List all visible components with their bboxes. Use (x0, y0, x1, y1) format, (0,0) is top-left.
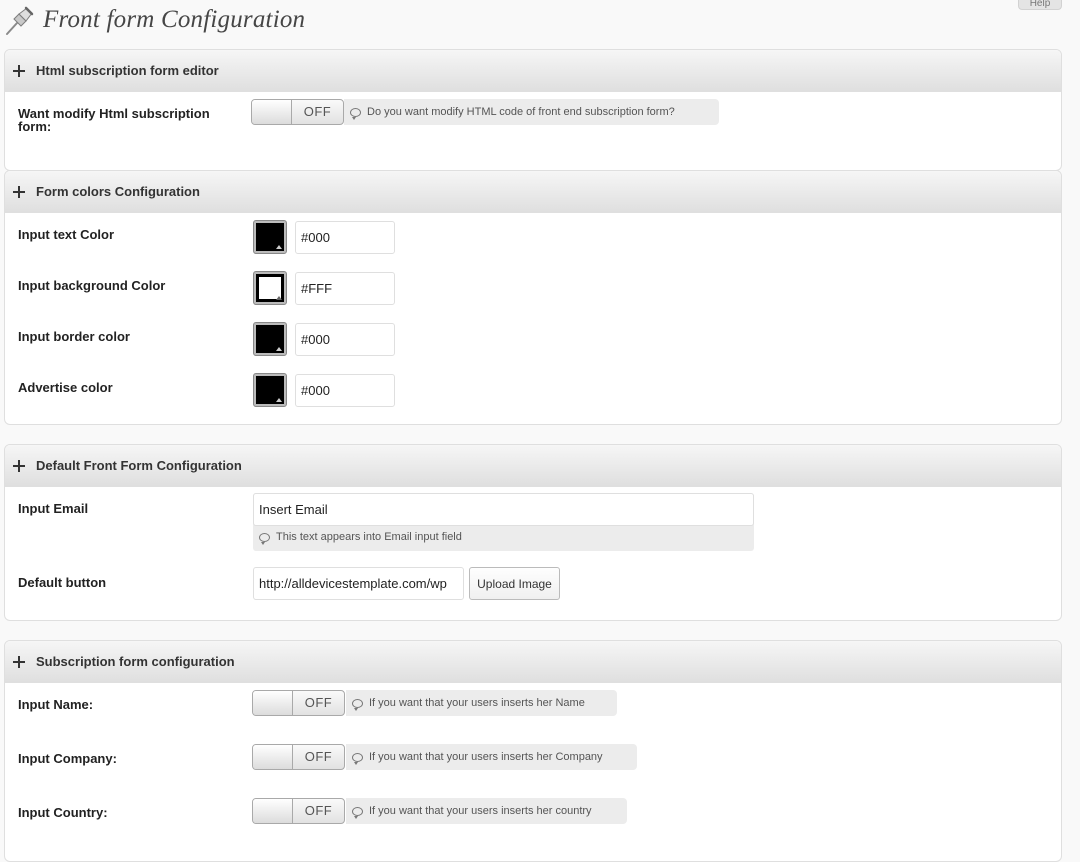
advertise-color-label: Advertise color (18, 380, 113, 395)
input-text-color-field[interactable] (295, 221, 395, 254)
form-colors-panel-header[interactable]: Form colors Configuration (5, 171, 1061, 213)
input-company-row: Input Company: OFF If you want that your… (5, 737, 1061, 791)
page-title: Front form Configuration (43, 6, 306, 33)
html-editor-panel-header[interactable]: Html subscription form editor (5, 50, 1061, 92)
toggle-knob (253, 691, 293, 715)
input-email-label: Input Email (18, 501, 89, 516)
pushpin-icon (6, 6, 34, 35)
color-row-background: Input background Color (5, 264, 1061, 314)
subscription-panel: Subscription form configuration Input Na… (4, 640, 1062, 862)
input-company-hint: If you want that your users inserts her … (346, 744, 637, 770)
modify-html-label: Want modify Html subscription form: (18, 106, 210, 134)
plus-icon[interactable] (13, 64, 25, 77)
input-background-color-label: Input background Color (18, 278, 166, 293)
help-tab[interactable]: Help (1018, 0, 1062, 10)
toggle-knob (253, 745, 293, 769)
html-editor-panel: Html subscription form editor Want modif… (4, 49, 1062, 171)
input-name-hint: If you want that your users inserts her … (346, 690, 617, 716)
input-name-label: Input Name: (18, 697, 94, 712)
default-form-panel-title: Default Front Form Configuration (36, 458, 242, 473)
speech-bubble-icon (259, 532, 270, 545)
toggle-state: OFF (304, 749, 333, 764)
email-hint-text: This text appears into Email input field (276, 531, 462, 543)
input-country-hint: If you want that your users inserts her … (346, 798, 627, 824)
email-field-group: This text appears into Email input field (253, 493, 754, 551)
subscription-panel-title: Subscription form configuration (36, 654, 235, 669)
plus-icon[interactable] (13, 185, 25, 198)
default-button-label: Default button (18, 575, 107, 590)
input-company-hint-text: If you want that your users inserts her … (369, 751, 603, 763)
input-border-color-label: Input border color (18, 329, 130, 344)
html-editor-panel-title: Html subscription form editor (36, 63, 219, 78)
toggle-state: OFF (304, 803, 333, 818)
input-name-row: Input Name: OFF If you want that your us… (5, 683, 1061, 737)
default-form-panel: Default Front Form Configuration Input E… (4, 444, 1062, 621)
modify-html-toggle[interactable]: OFF (251, 99, 344, 125)
speech-bubble-icon (350, 107, 361, 120)
input-background-color-field[interactable] (295, 272, 395, 305)
plus-icon[interactable] (13, 655, 25, 668)
input-name-hint-text: If you want that your users inserts her … (369, 697, 585, 709)
modify-html-hint-text: Do you want modify HTML code of front en… (367, 106, 675, 118)
input-country-label: Input Country: (18, 805, 108, 820)
speech-bubble-icon (352, 698, 363, 711)
advertise-color-field[interactable] (295, 374, 395, 407)
speech-bubble-icon (352, 752, 363, 765)
input-background-color-swatch[interactable] (253, 271, 287, 305)
input-text-color-swatch[interactable] (253, 220, 287, 254)
toggle-knob (252, 100, 292, 124)
default-button-url-field[interactable] (253, 567, 464, 600)
form-colors-panel: Form colors Configuration Input text Col… (4, 170, 1062, 425)
page-header: Front form Configuration (4, 2, 305, 38)
input-country-toggle[interactable]: OFF (252, 798, 345, 824)
plus-icon[interactable] (13, 459, 25, 472)
email-hint: This text appears into Email input field (259, 531, 462, 545)
input-company-toggle[interactable]: OFF (252, 744, 345, 770)
input-border-color-swatch[interactable] (253, 322, 287, 356)
color-row-border: Input border color (5, 315, 1061, 365)
input-text-color-label: Input text Color (18, 227, 115, 242)
toggle-state: OFF (303, 104, 332, 119)
speech-bubble-icon (352, 806, 363, 819)
color-row-advertise: Advertise color (5, 366, 1061, 416)
email-placeholder-field[interactable] (253, 493, 754, 526)
input-name-toggle[interactable]: OFF (252, 690, 345, 716)
form-colors-panel-title: Form colors Configuration (36, 184, 200, 199)
upload-image-button[interactable]: Upload Image (469, 567, 560, 600)
input-company-label: Input Company: (18, 751, 117, 766)
subscription-panel-header[interactable]: Subscription form configuration (5, 641, 1061, 683)
color-row-text: Input text Color (5, 213, 1061, 263)
advertise-color-swatch[interactable] (253, 373, 287, 407)
toggle-state: OFF (304, 695, 333, 710)
default-form-panel-header[interactable]: Default Front Form Configuration (5, 445, 1061, 487)
input-border-color-field[interactable] (295, 323, 395, 356)
input-country-row: Input Country: OFF If you want that your… (5, 791, 1061, 845)
input-country-hint-text: If you want that your users inserts her … (369, 805, 592, 817)
modify-html-hint: Do you want modify HTML code of front en… (344, 99, 719, 125)
toggle-knob (253, 799, 293, 823)
